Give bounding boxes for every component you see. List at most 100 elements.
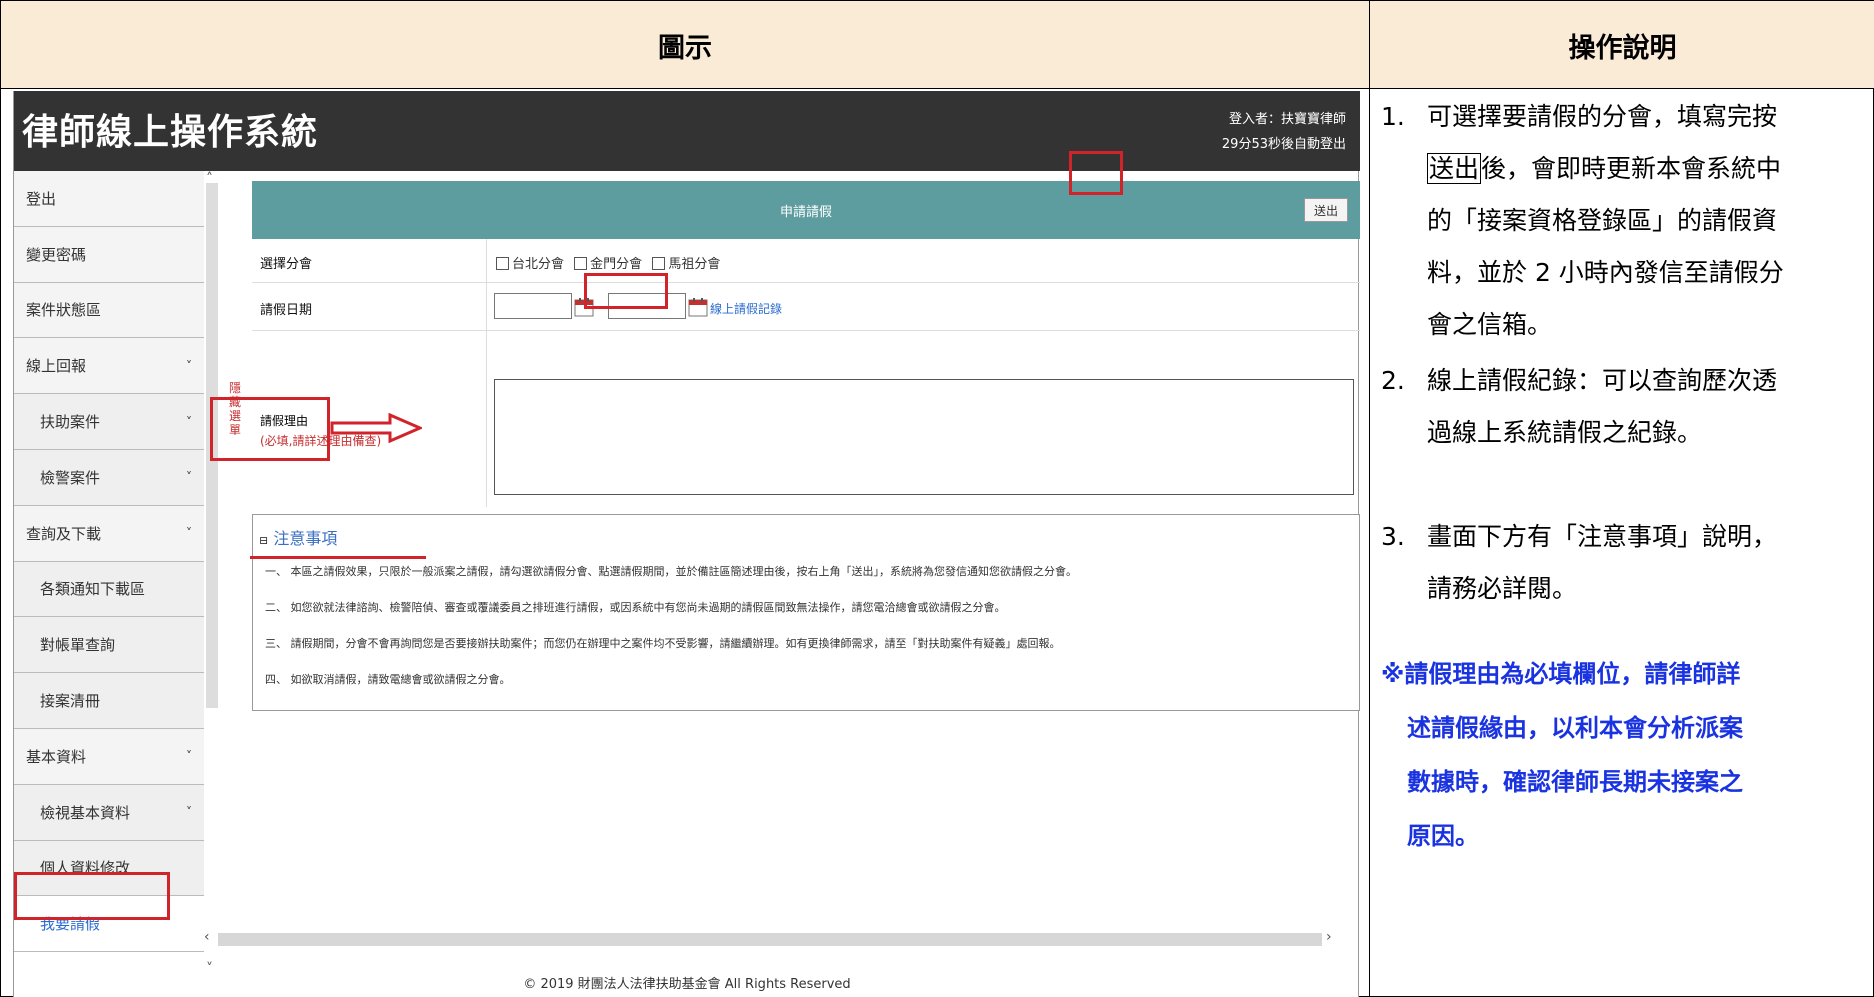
note-line: 四、 如欲取消請假，請致電總會或欲請假之分會。	[265, 671, 511, 687]
branch-label: 選擇分會	[260, 257, 313, 272]
instruction-line: 請務必詳閱。	[1427, 574, 1578, 603]
sidebar-item-label: 檢警案件	[40, 468, 101, 487]
instruction-line: 可選擇要請假的分會，填寫完按	[1427, 102, 1778, 131]
sidebar-item[interactable]: 基本資料 ˅	[14, 728, 204, 785]
instruction-text: 可選擇要請假的分會，填寫完按 送出後，會即時更新本會系統中 的「接案資格登錄區」…	[1427, 91, 1857, 351]
note-num: 三、	[265, 637, 287, 650]
send-button[interactable]: 送出	[1304, 198, 1348, 222]
checkbox-taipei[interactable]	[496, 257, 509, 270]
sidebar-item-label: 檢視基本資料	[40, 803, 131, 822]
highlight-leave-menu	[14, 872, 170, 920]
start-date-input[interactable]	[494, 293, 572, 319]
branch-option-label: 台北分會	[512, 257, 565, 272]
instruction-column: 1. 可選擇要請假的分會，填寫完按 送出後，會即時更新本會系統中 的「接案資格登…	[1371, 91, 1874, 997]
horizontal-scrollbar[interactable]: ‹ ›	[204, 929, 1336, 947]
note-line: 一、 本區之請假效果，只限於一般派案之請假，請勾選欲請假分會、點選請假期間，並於…	[265, 563, 1077, 579]
date-label: 請假日期	[260, 303, 313, 318]
sidebar-item[interactable]: 檢視基本資料 ˅	[14, 784, 204, 841]
system-screenshot: 律師線上操作系統 登入者：扶寶寶律師 29分53秒後自動登出 登出變更密碼案件狀…	[13, 91, 1360, 997]
leave-form-area: 申請請假 送出 選擇分會 台北分會 金門分會 馬祖分會 請假日期 ~ 線上請假記…	[252, 171, 1360, 997]
sidebar-item[interactable]: 線上回報 ˅	[14, 338, 204, 395]
instruction-line: 的「接案資格登錄區」的請假資	[1427, 206, 1778, 235]
notes-title-text: 注意事項	[273, 529, 338, 548]
required-field-note: ※請假理由為必填欄位，請律師詳 述請假緣由，以利本會分析派案 數據時，確認律師長…	[1381, 647, 1861, 863]
table-header-row: 圖示 操作說明	[1, 1, 1874, 89]
document-table: 圖示 操作說明 律師線上操作系統 登入者：扶寶寶律師 29分53秒後自動登出 登…	[0, 0, 1874, 997]
chevron-down-icon: ˅	[186, 358, 192, 373]
chevron-down-icon: ˅	[186, 805, 192, 820]
form-title: 申請請假	[779, 204, 832, 220]
sidebar-item[interactable]: 案件狀態區	[14, 282, 204, 339]
chevron-down-icon: ˅	[186, 470, 192, 485]
branch-options: 台北分會 金門分會 馬祖分會	[496, 253, 720, 272]
note-num: 二、	[265, 601, 287, 614]
item-number: 3.	[1381, 522, 1405, 551]
instruction-line: 線上請假紀錄：可以查詢歷次透	[1427, 366, 1778, 395]
sidebar-item[interactable]: 檢警案件 ˅	[14, 449, 204, 506]
row-divider	[486, 239, 487, 283]
form-title-bar: 申請請假 送出	[252, 181, 1360, 239]
highlight-reason-label	[210, 397, 330, 461]
date-row: 請假日期 ~ 線上請假記錄	[252, 283, 1360, 331]
calendar-icon[interactable]	[688, 297, 708, 317]
sidebar-item-label: 基本資料	[26, 747, 87, 766]
checkbox-matsu[interactable]	[652, 257, 666, 270]
collapse-icon[interactable]: ⊟	[259, 534, 268, 547]
sidebar-item-label: 接案清冊	[40, 692, 101, 711]
instruction-line: 過線上系統請假之紀錄。	[1427, 418, 1703, 447]
note-text: 如您欲就法律諮詢、檢警陪偵、審查或覆議委員之排班進行請假，或因系統中有您尚未過期…	[290, 601, 1006, 614]
note-line: 原因。	[1407, 822, 1479, 850]
highlight-leave-record	[584, 273, 668, 309]
row-divider	[486, 283, 487, 331]
note-text: ，請勾選欲請假分會、點選請假期間，並於備註區簡述理由後，按右上角「送出」，系統將…	[488, 565, 1078, 578]
sidebar-item[interactable]: 各類通知下載區	[14, 561, 204, 618]
column-divider	[1369, 1, 1370, 997]
sidebar-item-label: 扶助案件	[40, 413, 101, 432]
note-line: 三、 請假期間，分會不會再詢問您是否要接辦扶助案件；而您仍在辦理中之案件均不受影…	[265, 635, 1061, 651]
user-name: 登入者：扶寶寶律師	[1228, 112, 1346, 127]
note-line: 述請假緣由，以利本會分析派案	[1407, 714, 1743, 742]
highlight-send-button	[1069, 151, 1123, 195]
sidebar-item-label: 線上回報	[26, 357, 87, 376]
sidebar-item[interactable]: 扶助案件 ˅	[14, 394, 204, 450]
chevron-down-icon: ˅	[186, 749, 192, 764]
instruction-text: 畫面下方有「注意事項」說明， 請務必詳閱。	[1427, 511, 1857, 615]
chevron-down-icon: ˅	[186, 526, 192, 541]
app-title: 律師線上操作系統	[22, 112, 319, 153]
note-line: 二、 如您欲就法律諮詢、檢警陪偵、審查或覆議委員之排班進行請假，或因系統中有您尚…	[265, 599, 1006, 615]
checkbox-kinmen[interactable]	[574, 257, 588, 270]
scroll-left-icon[interactable]: ‹	[204, 929, 210, 945]
sidebar-item[interactable]: 接案清冊	[14, 673, 204, 729]
sidebar-item-label: 查詢及下載	[26, 524, 102, 543]
item-number: 2.	[1381, 366, 1405, 395]
sidebar-item-label: 變更密碼	[26, 245, 87, 264]
header-instructions: 操作說明	[1568, 32, 1677, 64]
reason-textarea[interactable]	[494, 379, 1354, 495]
sidebar-item-label: 案件狀態區	[26, 301, 102, 320]
sidebar-item[interactable]: 查詢及下載 ˅	[14, 505, 204, 562]
header-illustration: 圖示	[658, 32, 712, 64]
branch-option-label: 馬祖分會	[668, 257, 721, 272]
leave-record-link[interactable]: 線上請假記錄	[710, 300, 782, 317]
instruction-text: 線上請假紀錄：可以查詢歷次透 過線上系統請假之紀錄。	[1427, 355, 1857, 459]
sidebar-item[interactable]: 變更密碼	[14, 226, 204, 283]
notes-panel: ⊟ 注意事項 一、 本區之請假效果，只限於一般派案之請假，請勾選欲請假分會、點選…	[252, 514, 1360, 711]
note-underlined-text: 本區之請假效果，只限於一般派案之請假	[290, 565, 489, 578]
notes-title: ⊟ 注意事項	[259, 525, 337, 549]
item-number: 1.	[1381, 102, 1405, 131]
note-num: 一、	[265, 565, 287, 578]
scrollbar-track[interactable]	[218, 933, 1322, 946]
sidebar-item[interactable]: 對帳單查詢	[14, 617, 204, 674]
sidebar-item-label: 對帳單查詢	[40, 636, 116, 655]
sidebar-menu: 登出變更密碼案件狀態區線上回報 ˅ 扶助案件 ˅ 檢警案件 ˅ 查詢及下載 ˅ 各類通知下載區對…	[14, 171, 204, 953]
note-text: 請假期間，分會不會再詢問您是否要接辦扶助案件；而您仍在辦理中之案件均不受影響，請…	[290, 637, 1061, 650]
row-divider	[486, 331, 487, 507]
user-info: 登入者：扶寶寶律師 29分53秒後自動登出	[1222, 107, 1346, 157]
red-arrow-icon	[330, 413, 422, 443]
instruction-line: 送出後，會即時更新本會系統中	[1427, 143, 1857, 195]
note-text: 如欲取消請假，請致電總會或欲請假之分會。	[290, 673, 511, 686]
sidebar-item[interactable]: 登出	[14, 171, 204, 227]
chevron-down-icon: ˅	[186, 414, 192, 429]
auto-logout-timer: 29分53秒後自動登出	[1221, 137, 1346, 152]
scroll-right-icon[interactable]: ›	[1326, 929, 1332, 945]
